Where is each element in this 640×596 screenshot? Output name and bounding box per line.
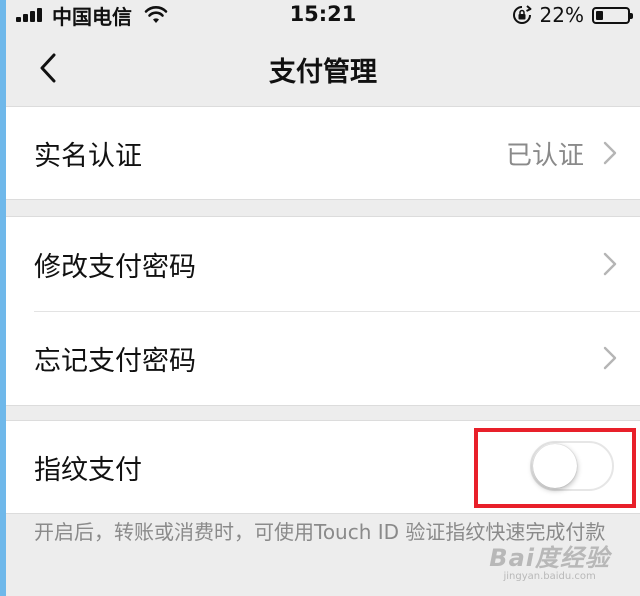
identity-group: 实名认证 已认证 xyxy=(6,106,640,200)
navigation-bar: 支付管理 xyxy=(6,30,640,106)
battery-percent: 22% xyxy=(539,3,584,27)
fingerprint-payment-row: 指纹支付 xyxy=(6,421,640,513)
toggle-knob xyxy=(533,444,577,488)
status-bar: 中国电信 15:21 22% xyxy=(6,0,640,30)
identity-verification-row[interactable]: 实名认证 已认证 xyxy=(6,107,640,199)
fingerprint-description: 开启后，转账或消费时，可使用Touch ID 验证指纹快速完成付款 xyxy=(34,520,606,544)
identity-status-value: 已认证 xyxy=(505,140,584,171)
change-password-row[interactable]: 修改支付密码 xyxy=(6,217,640,311)
watermark-sub: jingyan.baidu.com xyxy=(503,571,596,582)
forgot-password-label: 忘记支付密码 xyxy=(34,345,196,377)
fingerprint-group: 指纹支付 xyxy=(6,420,640,514)
identity-verification-label: 实名认证 xyxy=(34,140,142,172)
rotation-lock-icon xyxy=(512,5,532,24)
password-group: 修改支付密码 忘记支付密码 xyxy=(6,216,640,406)
change-password-label: 修改支付密码 xyxy=(34,251,196,283)
forgot-password-row[interactable]: 忘记支付密码 xyxy=(6,311,640,405)
battery-icon xyxy=(592,6,633,24)
chevron-right-icon xyxy=(603,141,617,165)
chevron-right-icon xyxy=(603,346,617,370)
fingerprint-payment-label: 指纹支付 xyxy=(34,454,142,486)
fingerprint-payment-toggle[interactable] xyxy=(530,441,614,491)
phone-screen: 中国电信 15:21 22% 支付管理 实名认证 已认证 修改支付密码 忘记支付… xyxy=(6,0,640,596)
battery-fill xyxy=(596,10,603,20)
chevron-right-icon xyxy=(603,252,617,276)
page-title: 支付管理 xyxy=(269,57,377,88)
status-bar-right: 22% xyxy=(512,3,633,27)
